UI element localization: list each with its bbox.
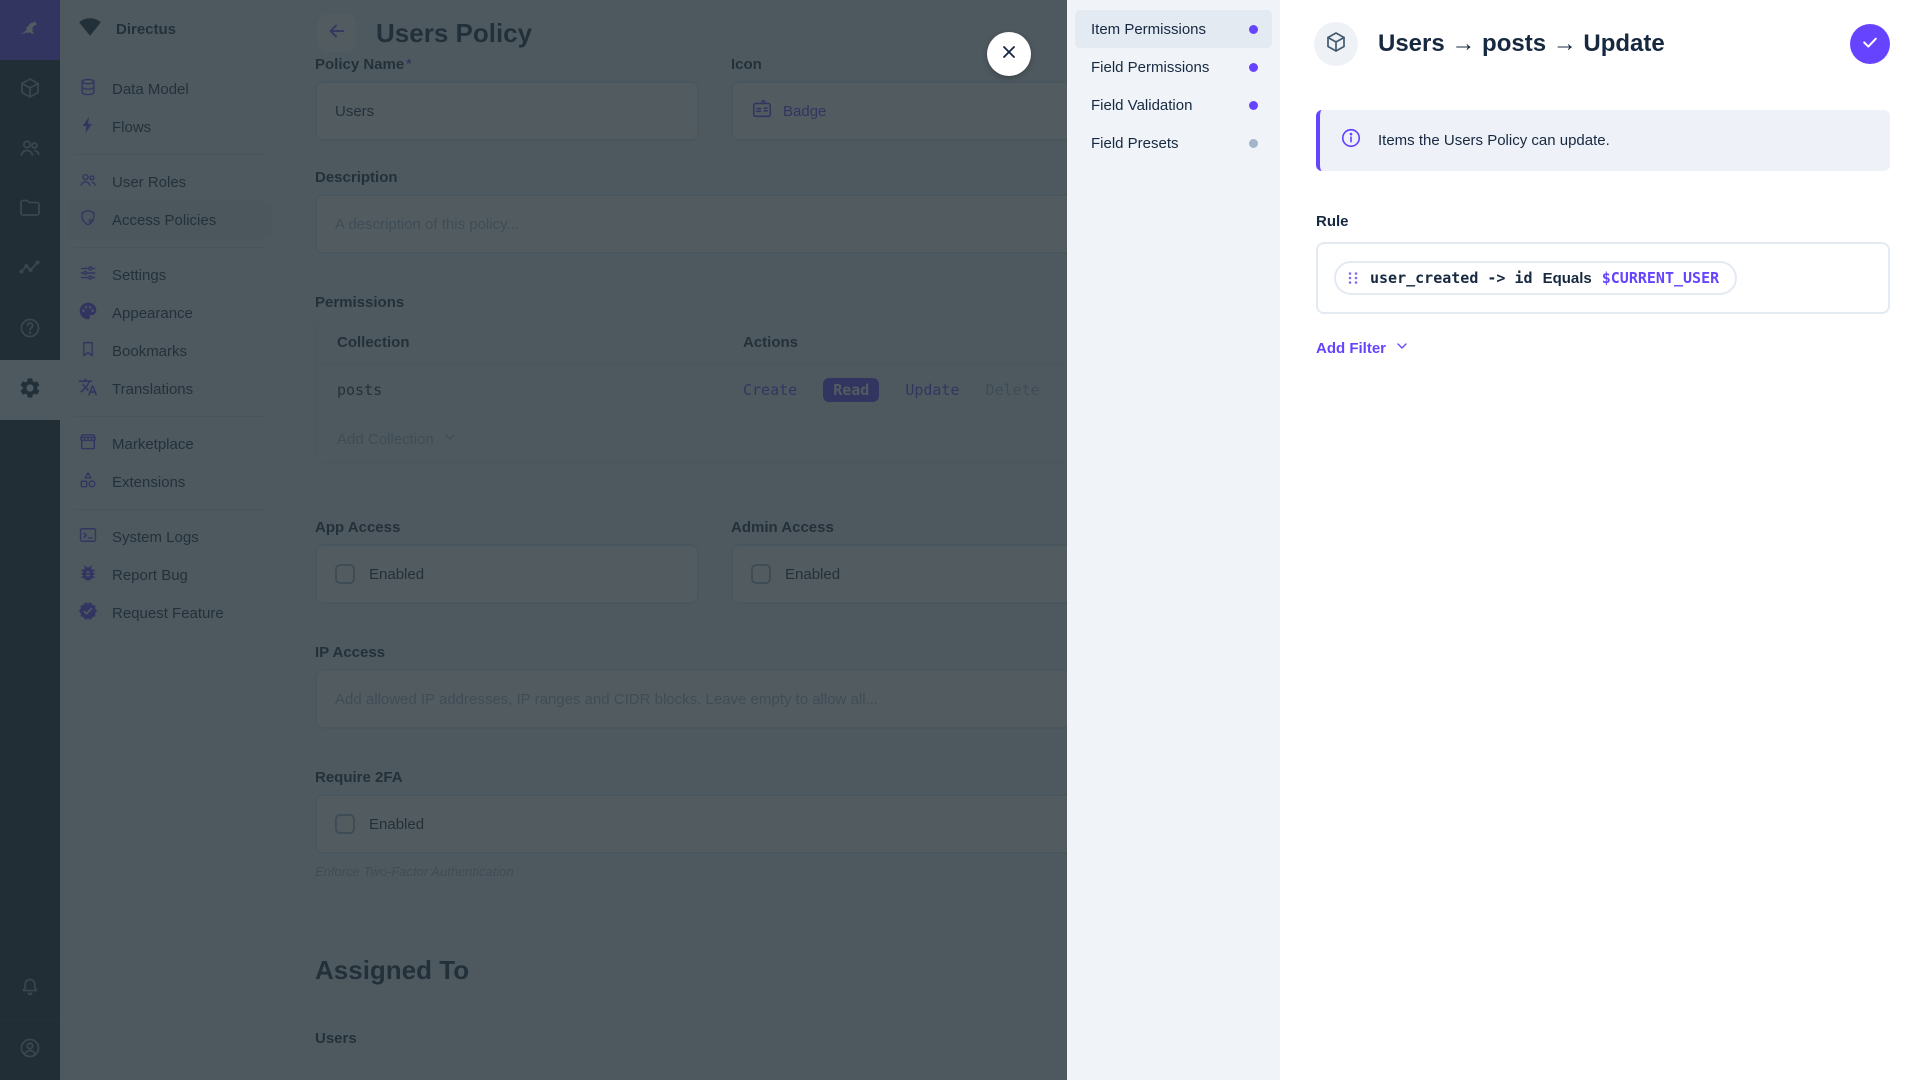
status-dot [1249, 25, 1258, 34]
drawer-nav: Item Permissions Field Permissions Field… [1067, 0, 1280, 1080]
drawer-content: Users → posts → Update Items the Users P… [1280, 0, 1920, 1080]
drawer-close-button[interactable] [987, 32, 1031, 76]
permissions-drawer: Item Permissions Field Permissions Field… [1067, 0, 1920, 1080]
cube-icon [1324, 30, 1348, 59]
info-banner: Items the Users Policy can update. [1316, 110, 1890, 171]
tab-field-permissions[interactable]: Field Permissions [1075, 48, 1272, 86]
drawer-header: Users → posts → Update [1280, 0, 1920, 88]
rule-box: user_created -> id Equals $CURRENT_USER [1316, 242, 1890, 314]
tab-field-validation[interactable]: Field Validation [1075, 86, 1272, 124]
status-dot [1249, 63, 1258, 72]
drag-handle-icon[interactable] [1346, 271, 1360, 285]
avatar [1314, 22, 1358, 66]
filter-chip[interactable]: user_created -> id Equals $CURRENT_USER [1334, 261, 1737, 295]
add-filter-button[interactable]: Add Filter [1316, 338, 1410, 358]
tab-item-permissions[interactable]: Item Permissions [1075, 10, 1272, 48]
filter-value[interactable]: $CURRENT_USER [1602, 269, 1719, 287]
close-icon [999, 42, 1019, 67]
tab-field-presets[interactable]: Field Presets [1075, 124, 1272, 162]
status-dot [1249, 139, 1258, 148]
info-banner-text: Items the Users Policy can update. [1378, 132, 1610, 149]
modal-overlay[interactable] [0, 0, 1067, 1080]
info-icon [1340, 127, 1362, 154]
drawer-title: Users → posts → Update [1378, 30, 1665, 58]
directus-app: Directus Data Model Flows User Roles Acc… [0, 0, 1920, 1080]
check-icon [1860, 32, 1880, 57]
chevron-down-icon [1394, 338, 1410, 358]
filter-field[interactable]: user_created -> id [1370, 269, 1533, 287]
filter-operator[interactable]: Equals [1543, 270, 1592, 287]
save-button[interactable] [1850, 24, 1890, 64]
status-dot [1249, 101, 1258, 110]
rule-label: Rule [1316, 213, 1920, 230]
